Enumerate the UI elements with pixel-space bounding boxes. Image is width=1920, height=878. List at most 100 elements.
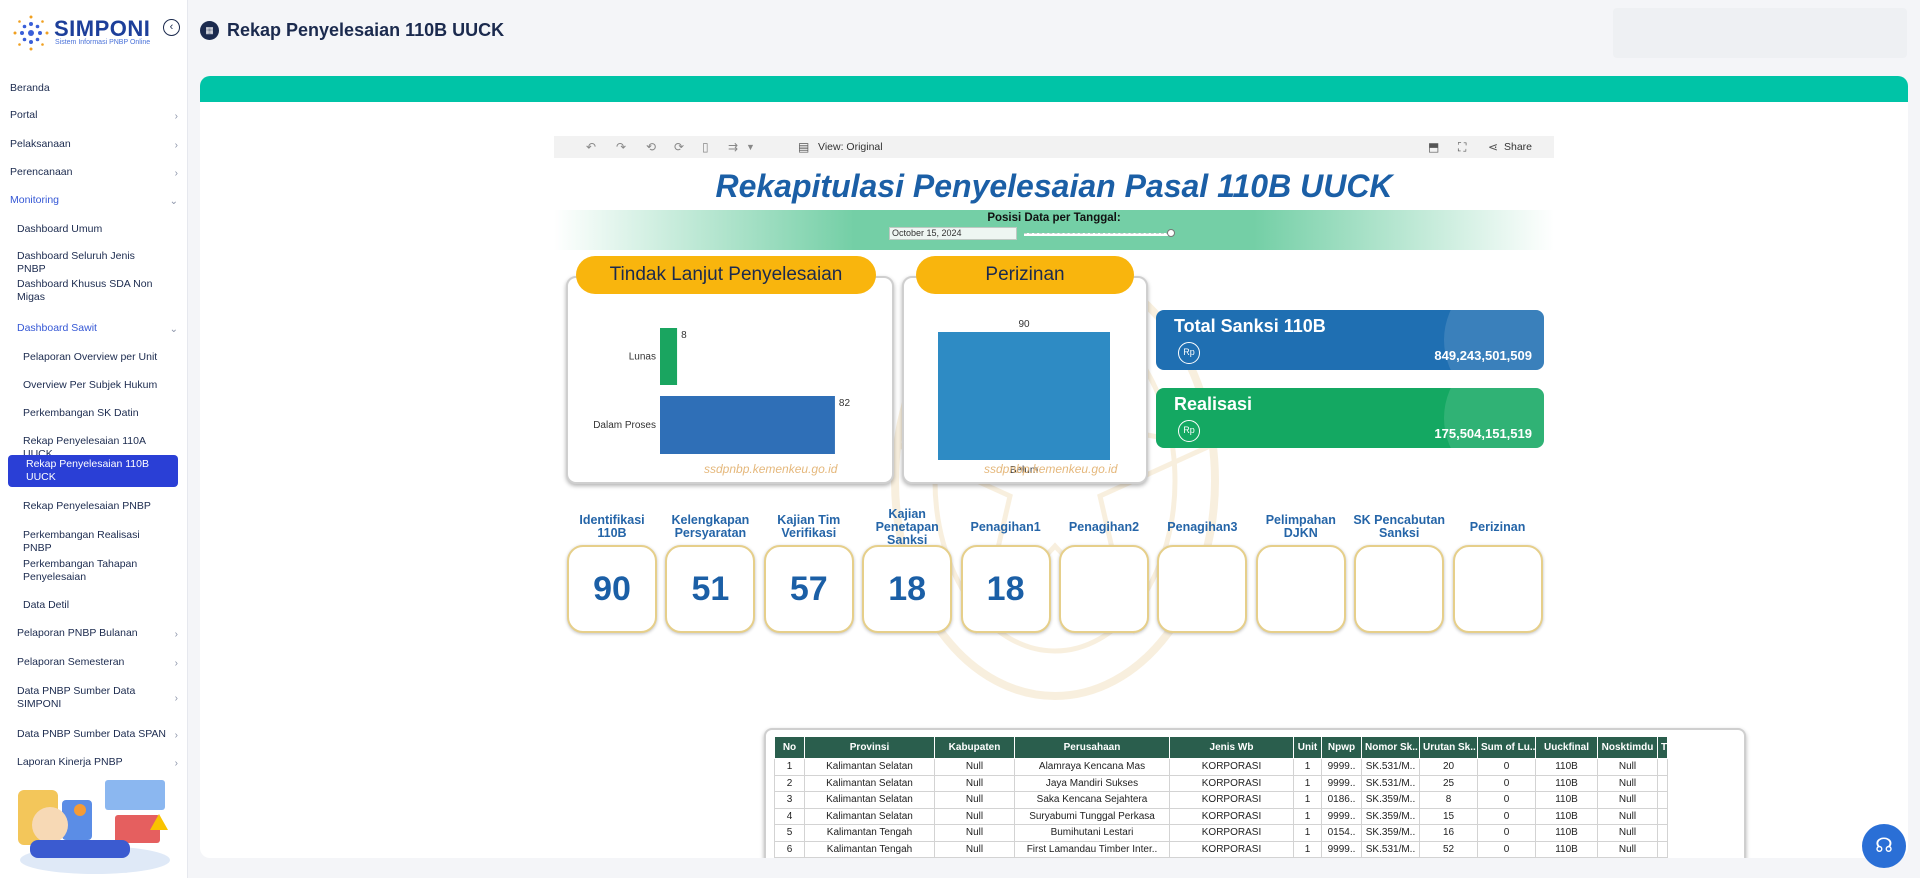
pause-icon[interactable]: ▯ <box>702 140 709 154</box>
column-header[interactable]: Provinsi <box>804 736 935 759</box>
sidebar-item-pelaporan-pnbp-bulanan[interactable]: Pelaporan PNBP Bulanan › <box>0 627 186 640</box>
kpi-value-card[interactable]: 57 <box>763 545 854 633</box>
chevron-left-icon[interactable]: ‹ <box>163 19 180 36</box>
sidebar-item-overview-per-subjek-hukum[interactable]: Overview Per Subjek Hukum <box>0 379 186 392</box>
column-header[interactable]: Jenis Wb <box>1169 736 1294 759</box>
kpi-value-card[interactable] <box>1354 545 1445 633</box>
kpi-value-card[interactable] <box>1452 545 1543 633</box>
column-header[interactable]: Npwp <box>1321 736 1362 759</box>
date-slider-handle[interactable] <box>1167 229 1175 237</box>
sidebar-item-pelaksanaan[interactable]: Pelaksanaan › <box>0 138 186 151</box>
brand-subtitle: Sistem Informasi PNBP Online <box>55 39 151 46</box>
sidebar: SIMPONI Sistem Informasi PNBP Online ‹ B… <box>0 0 188 878</box>
sidebar-item-perencanaan[interactable]: Perencanaan › <box>0 166 186 179</box>
column-header[interactable]: Kabupaten <box>934 736 1015 759</box>
kpi-value-card[interactable]: 18 <box>862 545 953 633</box>
table-cell: Alamraya Kencana Mas <box>1014 758 1170 776</box>
bar-belum[interactable] <box>938 332 1110 460</box>
sidebar-item-dashboard-sawit[interactable]: Dashboard Sawit ⌄ <box>0 322 186 335</box>
table-row[interactable]: 2 Kalimantan Selatan Null Jaya Mandiri Suks… <box>774 774 1668 792</box>
redo-icon[interactable]: ↷ <box>616 140 626 154</box>
headset-icon[interactable]: ☊ <box>1862 824 1906 868</box>
table-row[interactable]: 5 Kalimantan Tengah Null Bumihutani Lestari… <box>774 824 1668 842</box>
kpi-value-card[interactable] <box>1157 545 1248 633</box>
column-header[interactable]: Uuckfinal <box>1535 736 1598 759</box>
column-header[interactable]: Sum of Lu.. <box>1477 736 1536 759</box>
brand[interactable]: SIMPONI Sistem Informasi PNBP Online <box>12 14 182 52</box>
table-cell: 25 <box>1419 774 1478 792</box>
column-header[interactable]: T <box>1657 736 1668 759</box>
sidebar-item-monitoring[interactable]: Monitoring ⌄ <box>0 194 186 207</box>
fullscreen-icon[interactable]: ⛶ <box>1458 140 1466 155</box>
kpi-value-card[interactable]: 51 <box>665 545 756 633</box>
table-cell: SK.531/M.. <box>1361 774 1420 792</box>
download-icon[interactable]: ⬒ <box>1428 140 1439 154</box>
user-profile-area[interactable] <box>1613 8 1907 58</box>
table-row[interactable]: 3 Kalimantan Selatan Null Saka Kencana Seja… <box>774 791 1668 809</box>
sidebar-item-label: Pelaporan Semesteran <box>17 656 125 668</box>
sidebar-item-rekap-penyelesaian-110b-uuck[interactable]: Rekap Penyelesaian 110B UUCK <box>8 455 178 487</box>
table-cell: 0219.. <box>1321 857 1362 858</box>
table-cell: 8 <box>1419 791 1478 809</box>
column-header[interactable]: Nomor Sk.. <box>1361 736 1420 759</box>
share-icon[interactable]: ⋖ <box>1488 140 1498 154</box>
date-slider-track[interactable] <box>1024 233 1169 236</box>
chevron-down-icon: ⌄ <box>169 195 178 207</box>
table-row[interactable]: 1 Kalimantan Selatan Null Alamraya Kencana … <box>774 758 1668 776</box>
data-source-icon[interactable]: ⇉ <box>728 140 738 154</box>
column-header[interactable]: Perusahaan <box>1014 736 1170 759</box>
sidebar-item-data-pnbp-sumber-data-simponi[interactable]: Data PNBP Sumber Data SIMPONI › <box>0 685 186 711</box>
table-cell: SK.531/M.. <box>1361 758 1420 776</box>
sidebar-item-perkembangan-tahapan-penyelesaian[interactable]: Perkembangan Tahapan Penyelesaian <box>0 558 186 584</box>
bar-dalam-proses[interactable] <box>660 396 835 454</box>
undo-icon[interactable]: ↶ <box>586 140 596 154</box>
table-cell: 1 <box>774 758 805 776</box>
column-header[interactable]: Unit <box>1293 736 1322 759</box>
table-cell: Null <box>934 840 1015 858</box>
table-cell: SK.359/M.. <box>1361 791 1420 809</box>
revert-icon[interactable]: ⟲ <box>646 140 656 154</box>
table-cell: 0 <box>1477 807 1536 825</box>
table-cell <box>1657 807 1668 825</box>
column-header[interactable]: Nosktimdu <box>1597 736 1658 759</box>
sidebar-item-data-detil[interactable]: Data Detil <box>0 599 186 612</box>
sidebar-item-label: Pelaksanaan <box>10 138 71 150</box>
dropdown-arrow-icon[interactable]: ▼ <box>746 142 755 152</box>
sidebar-item-dashboard-umum[interactable]: Dashboard Umum <box>0 223 186 236</box>
sidebar-item-pelaporan-overview-per-unit[interactable]: Pelaporan Overview per Unit <box>0 351 186 364</box>
kpi-value-card[interactable] <box>1059 545 1149 633</box>
table-cell: 2 <box>774 774 805 792</box>
table-cell: Null <box>1597 824 1658 842</box>
kpi-value-card[interactable]: 18 <box>960 545 1051 633</box>
table-body: 1 Kalimantan Selatan Null Alamraya Kencana … <box>774 758 1668 858</box>
sidebar-item-beranda[interactable]: Beranda <box>0 82 186 95</box>
table-cell: Kalimantan Selatan <box>804 758 935 776</box>
refresh-icon[interactable]: ⟳ <box>674 140 684 154</box>
sidebar-item-rekap-penyelesaian-pnbp[interactable]: Rekap Penyelesaian PNBP <box>0 500 186 513</box>
table-cell: 1 <box>1293 774 1322 792</box>
sidebar-item-dashboard-seluruh-jenis-pnbp[interactable]: Dashboard Seluruh Jenis PNBP <box>0 250 186 276</box>
table-cell: 0 <box>1477 840 1536 858</box>
sidebar-item-perkembangan-sk-datin[interactable]: Perkembangan SK Datin <box>0 407 186 420</box>
table-cell: KORPORASI <box>1169 807 1294 825</box>
sidebar-item-portal[interactable]: Portal › <box>0 109 186 122</box>
sidebar-item-label: Data PNBP Sumber Data SPAN <box>17 728 167 740</box>
table-cell: 110B <box>1535 807 1598 825</box>
sidebar-item-pelaporan-semesteran[interactable]: Pelaporan Semesteran › <box>0 656 186 669</box>
sidebar-item-laporan-kinerja-pnbp[interactable]: Laporan Kinerja PNBP › <box>0 756 186 769</box>
share-button[interactable]: Share <box>1504 141 1532 153</box>
table-row[interactable]: 4 Kalimantan Selatan Null Suryabumi Tunggal… <box>774 807 1668 825</box>
view-original-button[interactable]: View: Original <box>818 141 883 153</box>
bar-lunas[interactable] <box>660 328 678 385</box>
sidebar-item-dashboard-khusus-sda-non-migas[interactable]: Dashboard Khusus SDA Non Migas <box>0 278 186 304</box>
table-row[interactable]: 6 Kalimantan Tengah Null First Lamandau Tim… <box>774 840 1668 858</box>
column-header[interactable]: No <box>774 736 805 759</box>
date-filter-input[interactable]: October 15, 2024 <box>889 227 1017 240</box>
kpi-value-card[interactable] <box>1255 545 1346 633</box>
sidebar-item-perkembangan-realisasi-pnbp[interactable]: Perkembangan Realisasi PNBP <box>0 529 186 555</box>
kpi-label: Penagihan3 <box>1167 519 1238 534</box>
sidebar-item-data-pnbp-sumber-data-span[interactable]: Data PNBP Sumber Data SPAN › <box>0 728 186 741</box>
column-header[interactable]: Urutan Sk.. <box>1419 736 1478 759</box>
kpi-value-card[interactable]: 90 <box>567 545 657 633</box>
table-row[interactable]: 7Kalimantan TengahNullHutan Sawit Lestar… <box>774 857 1668 858</box>
